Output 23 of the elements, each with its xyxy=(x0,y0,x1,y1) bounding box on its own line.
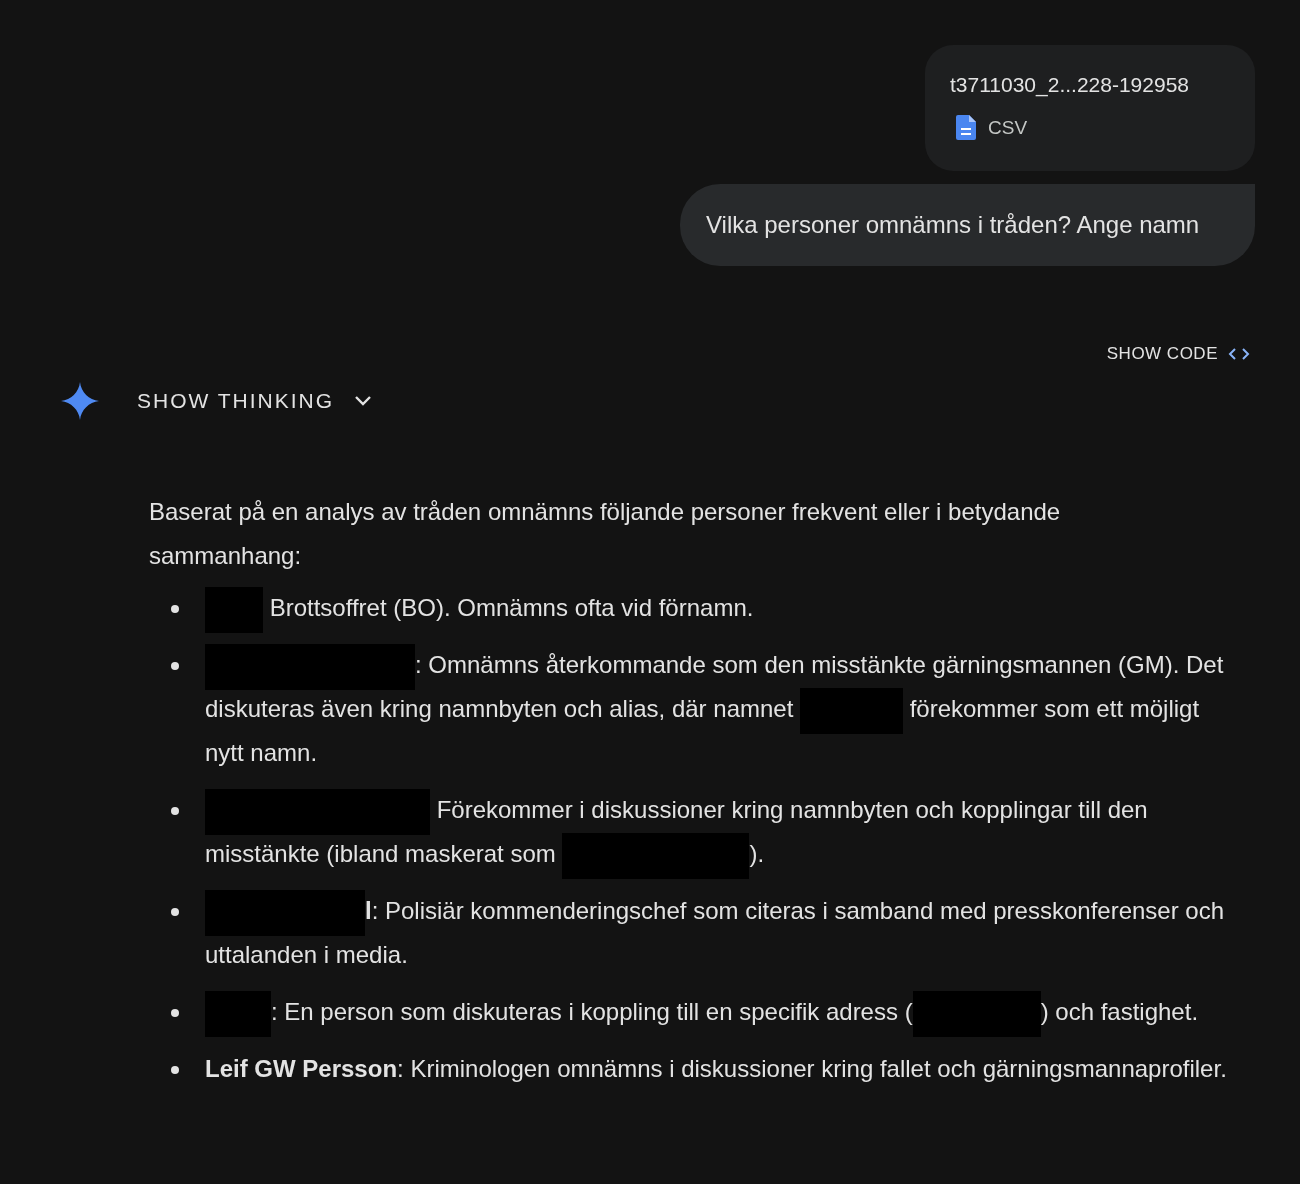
attachment-card[interactable]: t3711030_2...228-192958 CSV xyxy=(925,45,1255,171)
chevron-icon xyxy=(354,395,373,407)
bullet-icon xyxy=(171,807,179,815)
sparkle-icon xyxy=(61,382,99,420)
bullet-icon xyxy=(171,1009,179,1017)
list-item-text: Förekommer i diskussioner kring namnbyten och kopplingar till den misstänkte (ibland maskerat som ). xyxy=(205,788,1231,876)
show-thinking-button[interactable]: SHOW THINKING xyxy=(137,389,373,413)
bullet-icon xyxy=(171,908,179,916)
list-item-text: Brottsoffret (BO). Omnämns ofta vid förnamn. xyxy=(205,586,754,630)
file-name: t3711030_2...228-192958 xyxy=(950,73,1190,97)
response-text: Baserat på en analys av tråden omnämns följande personer frekvent eller i betydande sammanhang: xyxy=(149,497,1062,571)
code-icon xyxy=(1228,347,1250,361)
bullet-icon xyxy=(171,605,179,613)
list-item-text: Leif GW Persson: Kriminologen omnämns i diskussioner kring fallet och gärningsmannaprofiler. xyxy=(205,1054,1227,1084)
bullet-icon xyxy=(171,662,179,670)
list-item-text: : En person som diskuteras i koppling till en specifik adress ( ) och fastighet. xyxy=(205,990,1199,1034)
user-message: Vilka personer omnämns i tråden? Ange namn xyxy=(680,184,1255,266)
bullet-icon xyxy=(171,1066,179,1074)
list-item-text: l: Polisiär kommenderingschef som citeras i samband med presskonferenser och uttalanden i media. xyxy=(205,889,1231,977)
document-icon xyxy=(956,115,976,140)
list-item-text: : Omnämns återkommande som den misstänkte gärningsmannen (GM). Det diskuteras även kring namnbyten och alias, där namnet förekommer som ett möjligt nytt namn. xyxy=(205,643,1231,775)
file-type: CSV xyxy=(988,116,1028,139)
show-code-button[interactable]: SHOW CODE xyxy=(1106,344,1255,364)
